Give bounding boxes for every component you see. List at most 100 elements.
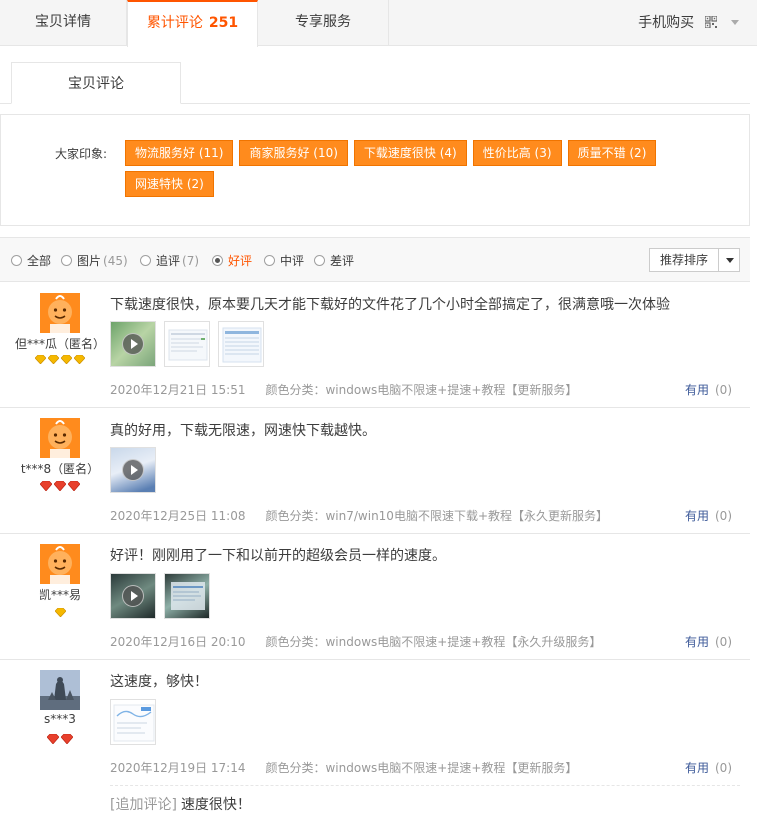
review-item: s***3 这速度，够快！ 2020年12月19日 17:14 颜色分类：wind… bbox=[0, 660, 750, 825]
useful-count: (0) bbox=[715, 761, 732, 775]
radio-icon bbox=[314, 255, 325, 266]
follow-up-label: [追加评论] bbox=[110, 797, 177, 813]
useful-label: 有用 bbox=[684, 509, 709, 523]
useful-label: 有用 bbox=[684, 761, 709, 775]
filter-count: (7) bbox=[182, 254, 200, 268]
radio-selected-icon bbox=[212, 255, 223, 266]
filter-label: 中评 bbox=[280, 254, 305, 268]
reviewer-name: t***8（匿名） bbox=[20, 462, 100, 476]
buyer-level-badges bbox=[0, 480, 120, 495]
image-thumbnail[interactable] bbox=[164, 321, 210, 367]
reviewer-name: 但***瓜（匿名） bbox=[14, 337, 105, 351]
review-date: 2020年12月21日 15:51 bbox=[110, 383, 246, 397]
filter-label: 好评 bbox=[228, 254, 253, 268]
mobile-buy-button[interactable]: 手机购买 bbox=[638, 0, 739, 46]
filter-negative[interactable]: 差评 bbox=[314, 252, 354, 269]
red-heart-icon bbox=[60, 733, 74, 748]
avatar-photo-icon bbox=[40, 670, 80, 710]
tab-item-details[interactable]: 宝贝详情 bbox=[0, 0, 127, 46]
filter-positive[interactable]: 好评 bbox=[212, 252, 252, 269]
filter-label: 图片 bbox=[77, 254, 102, 268]
sort-dropdown[interactable]: 推荐排序 bbox=[649, 248, 740, 272]
impression-tag[interactable]: 质量不错 (2) bbox=[567, 140, 657, 166]
useful-button[interactable]: 有用 (0) bbox=[685, 759, 732, 776]
useful-button[interactable]: 有用 (0) bbox=[685, 381, 732, 398]
useful-label: 有用 bbox=[684, 383, 709, 397]
screenshot-image-icon bbox=[171, 582, 205, 610]
sub-tab-label: 宝贝评论 bbox=[68, 76, 124, 92]
radio-icon bbox=[61, 255, 72, 266]
impression-tags: 物流服务好 (11) 商家服务好 (10) 下载速度很快 (4) 性价比高 (3… bbox=[125, 140, 725, 202]
video-thumbnail[interactable] bbox=[110, 321, 156, 367]
reviewer-name: s***3 bbox=[44, 712, 76, 726]
play-icon bbox=[122, 333, 144, 355]
filter-images[interactable]: 图片 (45) bbox=[61, 252, 128, 269]
tab-label: 宝贝详情 bbox=[35, 14, 91, 30]
red-heart-icon bbox=[53, 480, 67, 495]
gold-crown-icon bbox=[73, 353, 86, 368]
impression-tag[interactable]: 网速特快 (2) bbox=[125, 171, 214, 197]
impression-tag[interactable]: 下载速度很快 (4) bbox=[353, 140, 467, 166]
useful-button[interactable]: 有用 (0) bbox=[685, 633, 732, 650]
filter-label: 追评 bbox=[156, 254, 181, 268]
reviewer-name: 凯***易 bbox=[38, 588, 81, 602]
review-media bbox=[110, 573, 218, 619]
chevron-down-icon bbox=[731, 20, 739, 25]
review-media bbox=[110, 447, 164, 493]
append-divider bbox=[110, 785, 740, 786]
useful-label: 有用 bbox=[684, 635, 709, 649]
filter-count: (45) bbox=[103, 254, 128, 268]
impression-tag[interactable]: 物流服务好 (11) bbox=[125, 140, 234, 166]
impression-tag[interactable]: 性价比高 (3) bbox=[472, 140, 562, 166]
chevron-down-icon[interactable] bbox=[726, 258, 734, 263]
impression-tag[interactable]: 商家服务好 (10) bbox=[239, 140, 348, 166]
tab-item-reviews[interactable]: 宝贝评论 bbox=[11, 62, 181, 104]
review-item: 凯***易 好评！刚刚用了一下和以前开的超级会员一样的速度。 2020年12月1… bbox=[0, 534, 750, 660]
tab-services[interactable]: 专享服务 bbox=[258, 0, 389, 46]
review-text: 这速度，够快！ bbox=[110, 674, 208, 690]
filter-all[interactable]: 全部 bbox=[11, 252, 51, 269]
useful-count: (0) bbox=[715, 635, 732, 649]
review-sku: 颜色分类：windows电脑不限速+提速+教程【更新服务】 bbox=[265, 761, 578, 775]
radio-icon bbox=[140, 255, 151, 266]
gold-crown-icon bbox=[47, 353, 60, 368]
review-count: 251 bbox=[208, 15, 239, 31]
review-media bbox=[110, 321, 272, 367]
review-date: 2020年12月19日 17:14 bbox=[110, 761, 246, 775]
useful-button[interactable]: 有用 (0) bbox=[685, 507, 732, 524]
tab-reviews[interactable]: 累计评论 251 bbox=[127, 0, 258, 47]
gold-crown-icon bbox=[54, 606, 66, 621]
review-meta: 2020年12月25日 11:08 颜色分类：win7/win10电脑不限速下载+… bbox=[110, 507, 608, 524]
filter-label: 全部 bbox=[27, 254, 52, 268]
red-heart-icon bbox=[46, 733, 60, 748]
image-thumbnail[interactable] bbox=[218, 321, 264, 367]
video-thumbnail[interactable] bbox=[110, 573, 156, 619]
video-thumbnail[interactable] bbox=[110, 447, 156, 493]
image-thumbnail[interactable] bbox=[110, 699, 156, 745]
filter-followup[interactable]: 追评 (7) bbox=[140, 252, 199, 269]
filter-neutral[interactable]: 中评 bbox=[264, 252, 304, 269]
tab-label: 专享服务 bbox=[295, 14, 351, 30]
review-sku: 颜色分类：windows电脑不限速+提速+教程【永久升级服务】 bbox=[265, 635, 602, 649]
review-text: 真的好用，下载无限速，网速快下载越快。 bbox=[110, 423, 376, 439]
review-filter-bar: 全部 图片 (45) 追评 (7) 好评 中评 差评 推荐排序 bbox=[0, 237, 750, 282]
screenshot-image-icon bbox=[168, 329, 208, 361]
screenshot-image-icon bbox=[113, 704, 155, 742]
useful-count: (0) bbox=[715, 509, 732, 523]
buyer-level-badges bbox=[0, 353, 120, 368]
screenshot-image-icon bbox=[222, 327, 262, 363]
sub-tab-bar: 宝贝评论 bbox=[0, 62, 750, 104]
avatar-default-icon bbox=[40, 418, 80, 458]
review-text: 好评！刚刚用了一下和以前开的超级会员一样的速度。 bbox=[110, 548, 446, 564]
review-sku: 颜色分类：win7/win10电脑不限速下载+教程【永久更新服务】 bbox=[265, 509, 608, 523]
image-thumbnail[interactable] bbox=[164, 573, 210, 619]
filter-label: 差评 bbox=[330, 254, 355, 268]
avatar-default-icon bbox=[40, 293, 80, 333]
review-sku: 颜色分类：windows电脑不限速+提速+教程【更新服务】 bbox=[265, 383, 578, 397]
review-text: 下载速度很快，原本要几天才能下载好的文件花了几个小时全部搞定了，很满意哦一次体验 bbox=[110, 297, 670, 313]
radio-icon bbox=[264, 255, 275, 266]
gold-crown-icon bbox=[34, 353, 47, 368]
impressions-label: 大家印象: bbox=[55, 147, 108, 161]
qr-code-icon bbox=[704, 16, 717, 28]
review-item: t***8（匿名） 真的好用，下载无限速，网速快下载越快。 2020年12月25… bbox=[0, 408, 750, 534]
